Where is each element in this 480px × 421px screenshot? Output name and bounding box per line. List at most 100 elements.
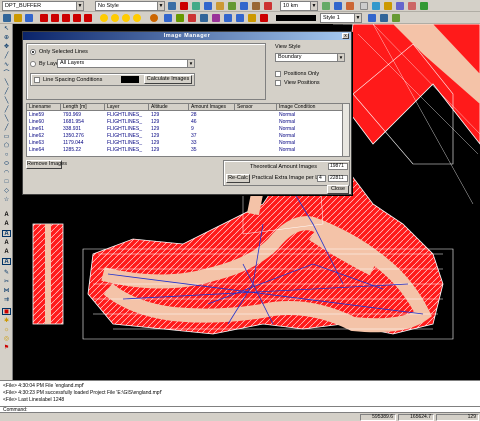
- text-box-icon[interactable]: A: [2, 230, 11, 237]
- line-tool-icon[interactable]: ╲: [2, 98, 11, 105]
- chevron-down-icon[interactable]: ▼: [157, 2, 164, 10]
- copy-icon[interactable]: [200, 14, 208, 22]
- globe-icon[interactable]: [372, 2, 380, 10]
- text-tool-icon[interactable]: A: [2, 212, 11, 219]
- layer-select[interactable]: All Layers ▼: [57, 59, 195, 68]
- move-icon[interactable]: [192, 2, 200, 10]
- layers-icon[interactable]: [408, 2, 416, 10]
- square-tool-icon[interactable]: □: [2, 179, 11, 186]
- chevron-down-icon[interactable]: ▼: [76, 2, 83, 10]
- line-color-swatch[interactable]: [276, 15, 316, 21]
- table-row[interactable]: Line61 338.931 FLIGHTLINES_ 129 9 Normal: [27, 126, 343, 133]
- style-combo[interactable]: No Style ▼: [95, 1, 165, 11]
- calculate-images-button[interactable]: Calculate Images: [144, 75, 192, 84]
- col-header-condition[interactable]: Image Condition: [277, 104, 343, 111]
- target-icon[interactable]: [150, 14, 158, 22]
- layer-props-icon[interactable]: [168, 2, 176, 10]
- table-row[interactable]: Line59 793.969 FLIGHTLINES_ 129 28 Norma…: [27, 112, 343, 119]
- measure-icon[interactable]: [240, 2, 248, 10]
- col-header-layer[interactable]: Layer: [105, 104, 149, 111]
- col-header-linename[interactable]: Linename: [27, 104, 61, 111]
- pan-icon[interactable]: ✥: [2, 44, 11, 51]
- gps-icon[interactable]: [420, 2, 428, 10]
- target-icon[interactable]: ◎: [2, 336, 11, 343]
- view-style-select[interactable]: Boundary ▼: [275, 53, 345, 62]
- chevron-down-icon[interactable]: ▼: [337, 54, 344, 61]
- arrow-icon[interactable]: ↖: [2, 26, 11, 33]
- node-icon[interactable]: [176, 14, 184, 22]
- table-row[interactable]: Line63 1179.044 FLIGHTLINES_ 129 33 Norm…: [27, 140, 343, 147]
- ellipse-tool-icon[interactable]: ⬭: [2, 161, 11, 168]
- split-icon[interactable]: ✂: [2, 279, 11, 286]
- open-icon[interactable]: [14, 14, 22, 22]
- circle-red-icon[interactable]: [84, 14, 92, 22]
- help-icon[interactable]: [360, 2, 368, 10]
- positions-only-checkbox[interactable]: [275, 71, 281, 77]
- col-header-sensor[interactable]: Sensor: [235, 104, 277, 111]
- table-row[interactable]: Line62 1350.276 FLIGHTLINES_ 129 37 Norm…: [27, 133, 343, 140]
- zoom-in-icon[interactable]: ⊕: [2, 35, 11, 42]
- remove-images-button[interactable]: Remove Images: [26, 160, 67, 169]
- node-edit-icon[interactable]: ✎: [2, 270, 11, 277]
- col-header-length[interactable]: Length [m]: [61, 104, 105, 111]
- line-tool-icon[interactable]: ╱: [2, 89, 11, 96]
- practical-per-line-input[interactable]: 4: [317, 175, 326, 182]
- rect-tool-icon[interactable]: ▭: [2, 134, 11, 141]
- star-tool-icon[interactable]: ☆: [2, 197, 11, 204]
- info-icon[interactable]: [252, 2, 260, 10]
- smiley-icon[interactable]: [122, 14, 130, 22]
- close-button[interactable]: Close: [327, 185, 349, 194]
- point-red-icon[interactable]: [62, 14, 70, 22]
- print-icon[interactable]: [396, 2, 404, 10]
- grid-icon[interactable]: [322, 2, 330, 10]
- scale-combo[interactable]: 10 km ▼: [280, 1, 318, 11]
- spacing-color-swatch[interactable]: [121, 76, 139, 83]
- table-row[interactable]: Line60 1681.954 FLIGHTLINES_ 129 46 Norm…: [27, 119, 343, 126]
- diamond-tool-icon[interactable]: ◇: [2, 188, 11, 195]
- view-positions-checkbox[interactable]: [275, 80, 281, 86]
- buffer-icon[interactable]: [260, 14, 268, 22]
- only-selected-radio[interactable]: [30, 49, 36, 55]
- delete-icon[interactable]: [180, 2, 188, 10]
- smiley-icon[interactable]: [111, 14, 119, 22]
- red-symbol-icon[interactable]: ◼: [2, 308, 11, 315]
- curve-icon[interactable]: ⌒: [2, 71, 11, 78]
- chevron-down-icon[interactable]: ▼: [354, 14, 361, 22]
- join-icon[interactable]: ⋈: [2, 288, 11, 295]
- select-icon[interactable]: [164, 14, 172, 22]
- text-tool-icon[interactable]: A: [2, 249, 11, 256]
- circle-tool-icon[interactable]: ○: [2, 152, 11, 159]
- undo-icon[interactable]: [224, 14, 232, 22]
- pointer-icon[interactable]: [334, 2, 342, 10]
- cut-icon[interactable]: [188, 14, 196, 22]
- table-scrollbar[interactable]: [342, 104, 349, 156]
- arc-tool-icon[interactable]: ◠: [2, 170, 11, 177]
- offset-icon[interactable]: ⇉: [2, 297, 11, 304]
- paste-icon[interactable]: [212, 14, 220, 22]
- sun-icon[interactable]: ☼: [2, 327, 11, 334]
- layer-combo[interactable]: DPT_BUFFER ▼: [2, 1, 84, 11]
- recalc-button[interactable]: Re-Calc: [226, 174, 250, 183]
- polyline-icon[interactable]: ∿: [2, 62, 11, 69]
- folder-icon[interactable]: [384, 2, 392, 10]
- area-icon[interactable]: [264, 2, 272, 10]
- by-layer-radio[interactable]: [30, 61, 36, 67]
- col-header-amount[interactable]: Amount Images: [189, 104, 235, 111]
- redo-icon[interactable]: [236, 14, 244, 22]
- chevron-down-icon[interactable]: ▼: [310, 2, 317, 10]
- dialog-close-icon[interactable]: x: [342, 33, 349, 39]
- smiley-icon[interactable]: [100, 14, 108, 22]
- flag-icon[interactable]: [346, 2, 354, 10]
- measure-line-icon[interactable]: [248, 14, 256, 22]
- snap-icon[interactable]: [228, 2, 236, 10]
- line-spacing-checkbox[interactable]: [34, 77, 40, 83]
- text-box-icon[interactable]: A: [2, 258, 11, 265]
- smiley-icon[interactable]: [133, 14, 141, 22]
- fill-icon[interactable]: [368, 14, 376, 22]
- table-row[interactable]: Line64 1285.22 FLIGHTLINES_ 129 35 Norma…: [27, 147, 343, 154]
- polygon-tool-icon[interactable]: ⬠: [2, 143, 11, 150]
- zoom-icon[interactable]: [204, 2, 212, 10]
- polygon-red-icon[interactable]: [51, 14, 59, 22]
- text-icon[interactable]: [380, 14, 388, 22]
- rect-red-icon[interactable]: [73, 14, 81, 22]
